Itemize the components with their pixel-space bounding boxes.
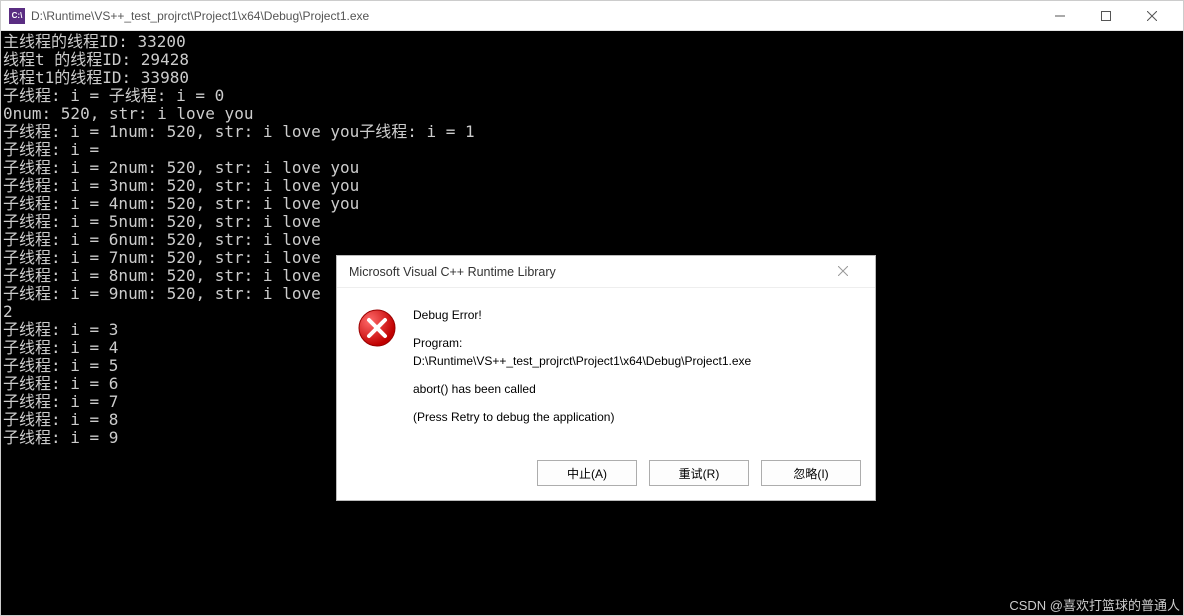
close-icon: [1147, 11, 1157, 21]
dialog-content: Debug Error! Program: D:\Runtime\VS++_te…: [413, 306, 855, 436]
watermark: CSDN @喜欢打篮球的普通人: [1009, 595, 1180, 614]
dialog-close-button[interactable]: [823, 265, 863, 279]
ignore-button[interactable]: 忽略(I): [761, 460, 861, 486]
dialog-title: Microsoft Visual C++ Runtime Library: [349, 265, 823, 279]
maximize-button[interactable]: [1083, 1, 1129, 31]
dialog-body: Debug Error! Program: D:\Runtime\VS++_te…: [337, 288, 875, 450]
window-controls: [1037, 1, 1175, 31]
window-title: D:\Runtime\VS++_test_projrct\Project1\x6…: [31, 9, 1037, 23]
dialog-program: Program: D:\Runtime\VS++_test_projrct\Pr…: [413, 334, 855, 370]
abort-button[interactable]: 中止(A): [537, 460, 637, 486]
maximize-icon: [1101, 11, 1111, 21]
close-button[interactable]: [1129, 1, 1175, 31]
dialog-titlebar: Microsoft Visual C++ Runtime Library: [337, 256, 875, 288]
dialog-message: abort() has been called: [413, 380, 855, 398]
dialog-heading: Debug Error!: [413, 306, 855, 324]
dialog-hint: (Press Retry to debug the application): [413, 408, 855, 426]
error-dialog: Microsoft Visual C++ Runtime Library Deb…: [336, 255, 876, 501]
dialog-buttons: 中止(A) 重试(R) 忽略(I): [337, 450, 875, 500]
minimize-button[interactable]: [1037, 1, 1083, 31]
app-icon: C:\: [9, 8, 25, 24]
retry-button[interactable]: 重试(R): [649, 460, 749, 486]
titlebar: C:\ D:\Runtime\VS++_test_projrct\Project…: [1, 1, 1183, 31]
error-icon: [357, 308, 397, 348]
minimize-icon: [1055, 11, 1065, 21]
close-icon: [838, 266, 848, 276]
